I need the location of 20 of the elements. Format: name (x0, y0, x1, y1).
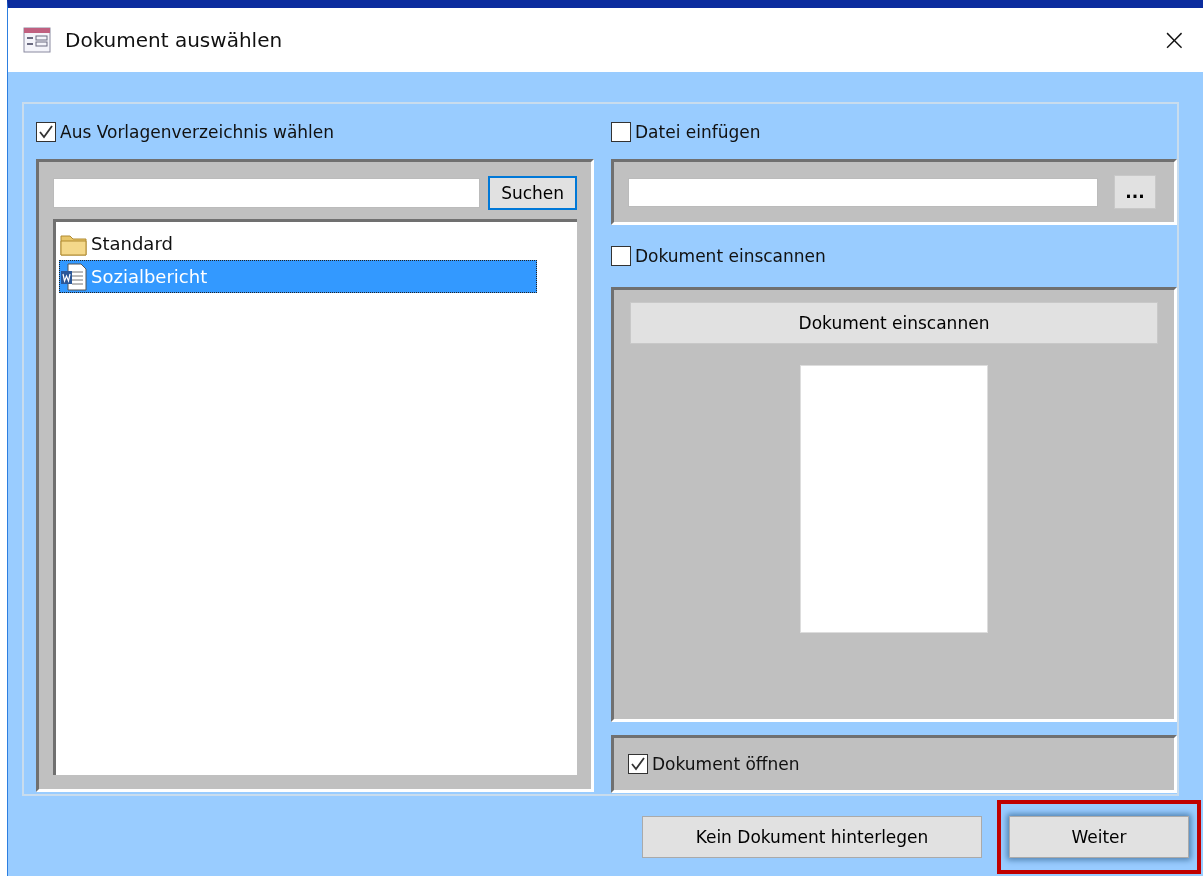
checkbox-label: Dokument öffnen (652, 754, 800, 774)
checkbox-label: Aus Vorlagenverzeichnis wählen (60, 122, 335, 142)
checkbox[interactable] (628, 754, 648, 774)
scan-button[interactable]: Dokument einscannen (630, 302, 1158, 344)
search-field[interactable] (53, 178, 481, 208)
dialog-button[interactable]: Kein Dokument hinterlegen (642, 816, 982, 858)
checkbox[interactable] (36, 122, 56, 142)
form-icon (23, 27, 51, 53)
document-icon (59, 262, 89, 291)
checkbox[interactable] (611, 246, 631, 266)
checkbox[interactable] (611, 122, 631, 142)
checkbox-label: Datei einfügen (635, 122, 761, 142)
browse-button[interactable]: ... (1114, 175, 1156, 209)
window-title: Dokument auswählen (65, 28, 283, 52)
close-button[interactable]: × (1161, 25, 1187, 55)
checkbox-label: Dokument einscannen (635, 246, 826, 266)
search-button[interactable]: Suchen (488, 176, 577, 210)
dialog-button[interactable]: Weiter (1009, 816, 1189, 858)
file-path-field[interactable] (628, 177, 1098, 207)
list-item[interactable]: Standard (59, 227, 537, 260)
